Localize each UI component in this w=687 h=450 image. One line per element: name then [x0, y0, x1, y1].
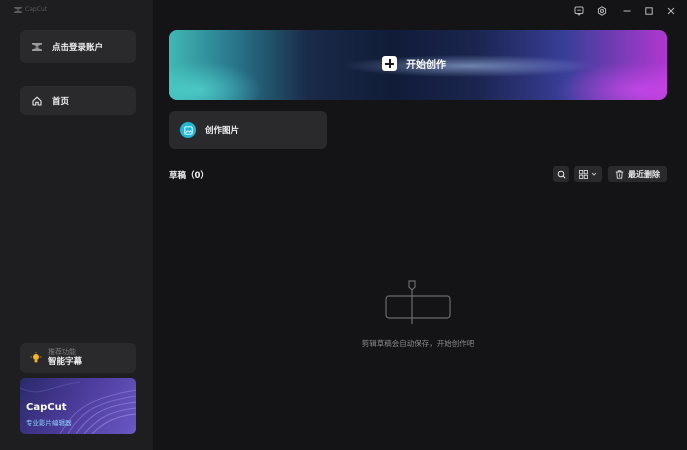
plus-icon [382, 56, 397, 71]
chevron-down-icon [591, 172, 597, 176]
create-image-button[interactable]: 创作图片 [169, 111, 327, 149]
bulb-icon [30, 352, 42, 363]
minimize-icon [623, 10, 631, 12]
feedback-button[interactable] [572, 4, 586, 18]
settings-icon [597, 6, 607, 16]
promo-title: CapCut [26, 402, 67, 413]
close-button[interactable] [664, 4, 678, 18]
promo-subtitle: 专业影片编辑器 [26, 419, 72, 427]
maximize-button[interactable] [642, 4, 656, 18]
feature-recommend-card[interactable]: 推荐功能 智能字幕 [20, 343, 136, 373]
empty-drafts-state: 剪辑草稿会自动保存，开始创作吧 [169, 280, 667, 360]
feedback-icon [574, 6, 584, 16]
close-icon [667, 7, 675, 15]
grid-view-icon [579, 169, 588, 179]
search-icon [557, 170, 566, 179]
search-drafts-button[interactable] [553, 166, 569, 182]
sidebar-item-home[interactable]: 首页 [20, 86, 136, 115]
trash-icon [615, 169, 624, 179]
image-icon [180, 122, 196, 138]
settings-button[interactable] [595, 4, 609, 18]
empty-drafts-illustration [385, 280, 451, 324]
minimize-button[interactable] [620, 4, 634, 18]
brand-logo: CapCut [14, 6, 47, 13]
recently-deleted-button[interactable]: 最近删除 [608, 166, 667, 182]
drafts-title: 草稿（0） [169, 171, 209, 181]
create-image-label: 创作图片 [205, 126, 240, 136]
promo-banner[interactable]: CapCut 专业影片编辑器 [20, 378, 136, 434]
start-creating-button[interactable]: 开始创作 [382, 56, 446, 71]
sidebar-item-home-label: 首页 [52, 96, 70, 107]
feature-sub-label: 推荐功能 [48, 348, 76, 356]
recently-deleted-label: 最近删除 [628, 169, 660, 179]
empty-drafts-message: 剪辑草稿会自动保存，开始创作吧 [361, 339, 475, 348]
start-creating-label: 开始创作 [406, 60, 446, 71]
capcut-logo-icon [14, 6, 22, 13]
view-mode-dropdown[interactable] [574, 166, 602, 182]
feature-main-label: 智能字幕 [48, 357, 83, 367]
brand-name: CapCut [25, 6, 48, 13]
sidebar: CapCut 点击登录账户 首页 推荐功能 智能字幕 CapCut 专业影片编辑… [0, 0, 153, 450]
start-creating-banner[interactable]: 开始创作 [169, 30, 667, 100]
home-icon [32, 96, 42, 106]
login-button[interactable]: 点击登录账户 [20, 30, 136, 63]
capcut-account-icon [32, 42, 42, 51]
maximize-icon [645, 7, 653, 15]
login-label: 点击登录账户 [52, 42, 104, 53]
